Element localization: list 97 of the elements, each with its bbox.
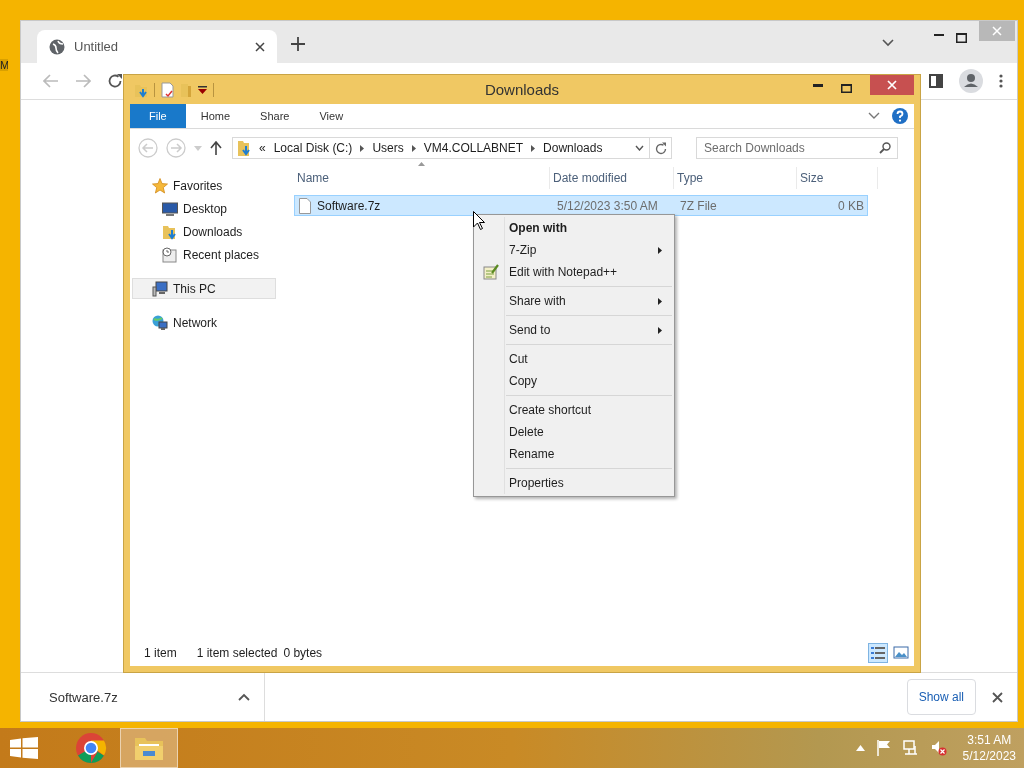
close-icon <box>992 26 1002 36</box>
submenu-arrow-icon <box>658 246 662 254</box>
ribbon-tab[interactable]: View <box>304 104 359 128</box>
address-bar[interactable]: « Local Disk (C:) Users VM4.COLLABNET Downloads <box>232 137 650 159</box>
maximize-icon[interactable] <box>841 84 852 93</box>
window-title: Downloads <box>484 81 560 98</box>
refresh-icon <box>654 141 667 155</box>
expand-ribbon-chevron-icon[interactable] <box>868 112 880 120</box>
browser-tab[interactable]: Untitled <box>37 30 277 63</box>
nav-item[interactable]: This PC <box>132 278 276 299</box>
type-cell-text: 7Z File <box>679 197 718 215</box>
overflow-chevrons[interactable]: « <box>259 141 266 155</box>
breadcrumb[interactable]: VM4.COLLABNET <box>423 141 524 155</box>
tab-search-chevron-icon[interactable] <box>882 39 894 47</box>
menu-item[interactable]: Rename <box>476 443 672 465</box>
date-cell-text: 5/12/2023 3:50 AM <box>556 197 659 215</box>
nav-item[interactable]: Downloads <box>132 221 276 242</box>
breadcrumb[interactable]: Local Disk (C:) <box>273 141 353 155</box>
search-icon <box>879 142 891 154</box>
ribbon-tab[interactable]: Share <box>245 104 305 128</box>
download-file-name: Software.7z <box>49 689 118 705</box>
selection-info: 1 item selected <box>196 646 278 660</box>
view-button[interactable] <box>868 643 888 663</box>
large-icons-view-icon <box>893 645 909 661</box>
maximize-icon[interactable] <box>956 33 967 43</box>
file-menu-tab[interactable]: File <box>130 104 186 128</box>
breadcrumb-arrow-icon[interactable] <box>531 144 536 152</box>
submenu-arrow-icon <box>658 297 662 305</box>
item-count: 1 item <box>144 646 177 660</box>
desktop-icon-label[interactable]: M <box>0 59 8 71</box>
star-icon <box>152 177 168 194</box>
computer-icon <box>152 280 168 297</box>
network-icon[interactable] <box>902 740 919 756</box>
file-icon <box>299 197 311 214</box>
search-field[interactable]: Search Downloads <box>696 137 898 159</box>
refresh-button[interactable] <box>650 137 672 159</box>
nav-item[interactable]: Recent places <box>132 244 276 265</box>
taskbar-app-button[interactable] <box>120 728 178 768</box>
notepad-icon <box>483 264 499 280</box>
properties-page-icon[interactable] <box>161 81 174 98</box>
close-icon[interactable] <box>255 41 265 52</box>
network-globe-icon <box>152 314 168 331</box>
customize-dropdown-icon[interactable] <box>198 85 207 94</box>
menu-item[interactable]: Send to <box>476 319 672 341</box>
menu-icon[interactable] <box>999 74 1003 88</box>
globe-icon <box>49 38 65 55</box>
submenu-arrow-icon <box>658 326 662 334</box>
menu-item[interactable]: Cut <box>476 348 672 370</box>
nav-item[interactable]: Desktop <box>132 198 276 219</box>
menu-item[interactable]: 7-Zip <box>476 239 672 261</box>
flag-icon[interactable] <box>876 740 891 756</box>
file-row[interactable]: Software.7z 5/12/2023 3:50 AM 7Z File 0 KB <box>294 195 868 216</box>
close-button[interactable] <box>870 75 914 95</box>
breadcrumb-arrow-icon[interactable] <box>360 144 365 152</box>
breadcrumb-arrow-icon[interactable] <box>411 144 416 152</box>
breadcrumb[interactable]: Downloads <box>543 141 603 155</box>
mouse-pointer-icon <box>473 211 485 230</box>
nav-item[interactable]: Network <box>132 312 276 333</box>
selection-size: 0 bytes <box>283 646 323 660</box>
menu-item[interactable]: Delete <box>476 421 672 443</box>
show-all-button[interactable]: Show all <box>906 679 976 715</box>
minimize-icon[interactable] <box>934 33 944 37</box>
menu-item[interactable]: Edit with Notepad++ <box>476 261 672 283</box>
sort-arrow-icon[interactable] <box>418 162 425 166</box>
menu-item[interactable]: Share with <box>476 290 672 312</box>
folder-download-icon <box>162 223 178 240</box>
column-header[interactable]: Date modified <box>550 167 674 189</box>
close-icon[interactable] <box>992 691 1003 703</box>
speaker-muted-icon[interactable] <box>930 740 947 756</box>
profile-avatar-icon[interactable] <box>959 69 983 93</box>
close-icon <box>887 80 897 90</box>
menu-item[interactable]: Create shortcut <box>476 399 672 421</box>
file-name: Software.7z <box>317 198 381 213</box>
side-panel-icon[interactable] <box>929 74 943 88</box>
up-arrow-icon[interactable] <box>210 141 222 155</box>
nav-item[interactable]: Favorites <box>132 175 276 196</box>
details-view-icon <box>870 645 886 661</box>
ribbon-tab[interactable]: Home <box>185 104 246 128</box>
size-cell-text: 0 KB <box>837 197 865 215</box>
column-header[interactable]: Size <box>797 167 878 189</box>
chrome-logo-icon <box>75 732 107 764</box>
dropdown-chevron-icon[interactable] <box>635 145 644 151</box>
column-header[interactable]: Type <box>674 167 797 189</box>
new-tab-icon[interactable] <box>291 37 305 51</box>
show-hidden-icons-icon[interactable] <box>855 745 865 751</box>
chevron-up-icon[interactable] <box>238 693 250 701</box>
menu-item[interactable]: Properties <box>476 472 672 494</box>
tab-title: Untitled <box>74 39 120 54</box>
folder-download-icon <box>237 139 251 157</box>
menu-item[interactable]: Copy <box>476 370 672 392</box>
reload-icon[interactable] <box>107 73 123 89</box>
column-header[interactable]: Name <box>294 167 550 189</box>
windows-start-icon[interactable] <box>10 737 38 759</box>
recent-places-icon <box>162 246 178 263</box>
help-icon[interactable] <box>892 108 908 124</box>
breadcrumb[interactable]: Users <box>372 141 404 155</box>
monitor-icon <box>162 200 178 217</box>
